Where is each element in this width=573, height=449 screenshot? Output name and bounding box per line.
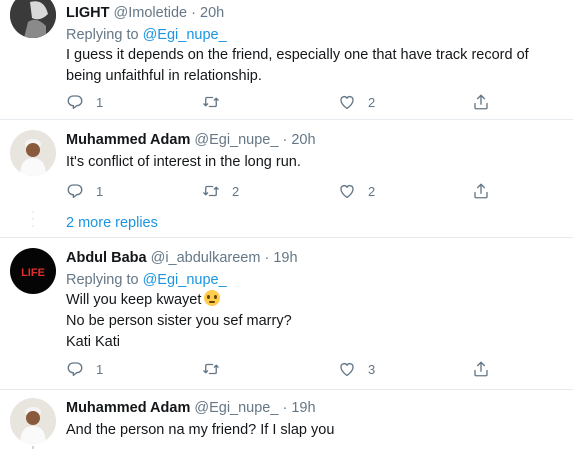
retweet-icon (203, 96, 219, 108)
heart-icon (340, 363, 354, 377)
like-count: 2 (368, 94, 376, 110)
share-icon (474, 94, 488, 110)
avatar[interactable] (10, 398, 56, 444)
tweet-text-line: It's conflict of interest in the long ru… (66, 154, 301, 170)
tweet-text-line: Kati Kati (66, 334, 120, 350)
share-icon (474, 183, 488, 199)
tweet-header: Abdul Baba @i_abdulkareem · 19h (66, 249, 565, 267)
like-button[interactable]: 2 (338, 91, 375, 113)
avatar-photo (10, 0, 56, 38)
tweet-text-line: Will you keep kwayet (66, 290, 565, 311)
reply-count: 1 (96, 361, 104, 377)
mention-link[interactable]: @Egi_nupe_ (143, 27, 227, 43)
reply-button[interactable]: 1 (66, 358, 103, 380)
share-icon (474, 361, 488, 377)
tweet[interactable]: Muhammed Adam @Egi_nupe_ · 19h And the p… (0, 390, 573, 449)
retweet-count: 2 (232, 183, 240, 199)
reply-count: 1 (96, 94, 104, 110)
timestamp[interactable]: 19h (273, 250, 297, 266)
tweet[interactable]: LIGHT @Imoletide · 20h Replying to @Egi_… (0, 0, 573, 120)
replying-prefix: Replying to (66, 272, 139, 288)
timestamp[interactable]: 19h (291, 400, 315, 416)
like-button[interactable]: 3 (338, 358, 375, 380)
share-button[interactable] (472, 180, 490, 202)
separator-dot: · (282, 132, 288, 148)
tweet-actions: 1 2 2 (66, 180, 506, 202)
avatar-photo (10, 130, 56, 176)
reply-icon (67, 184, 83, 199)
reply-icon (67, 362, 83, 377)
replying-to: Replying to @Egi_nupe_ (66, 270, 565, 290)
tweet-actions: 1 2 (66, 91, 506, 113)
retweet-button[interactable] (202, 358, 232, 380)
retweet-button[interactable] (202, 91, 232, 113)
reply-icon (67, 95, 83, 110)
tweet-actions: 1 3 (66, 358, 506, 380)
user-handle[interactable]: @i_abdulkareem (151, 250, 261, 266)
retweet-icon (203, 363, 219, 375)
tweet-text-fragment: Will you keep kwayet (66, 292, 202, 308)
tweet-header: LIGHT @Imoletide · 20h (66, 4, 565, 22)
face-with-rolling-eyes-emoji (204, 290, 221, 306)
avatar-photo: LIFE (10, 248, 56, 294)
retweet-icon (203, 185, 219, 197)
like-button[interactable]: 2 (338, 180, 375, 202)
tweet-text: I guess it depends on the friend, especi… (66, 45, 565, 87)
reply-count: 1 (96, 183, 104, 199)
tweet-text-line: I guess it depends on the friend, especi… (66, 47, 529, 63)
tweet-text-line: being unfaithful in relationship. (66, 68, 262, 84)
heart-icon (340, 96, 354, 110)
tweet-text: And the person na my friend? If I slap y… (66, 420, 565, 441)
tweet[interactable]: LIFE Abdul Baba @i_abdulkareem · 19h Rep… (0, 238, 573, 390)
heart-icon (340, 185, 354, 199)
display-name[interactable]: Muhammed Adam (66, 400, 190, 416)
reply-button[interactable]: 1 (66, 91, 103, 113)
like-count: 2 (368, 183, 376, 199)
tweet-header: Muhammed Adam @Egi_nupe_ · 19h (66, 399, 565, 417)
tweet-text-line: And the person na my friend? If I slap y… (66, 422, 335, 438)
separator-dot: · (191, 5, 196, 21)
mention-link[interactable]: @Egi_nupe_ (143, 272, 227, 288)
user-handle[interactable]: @Imoletide (114, 5, 188, 21)
user-handle[interactable]: @Egi_nupe_ (194, 400, 278, 416)
tweet-text: Will you keep kwayet No be person sister… (66, 290, 565, 353)
tweet-header: Muhammed Adam @Egi_nupe_ · 20h (66, 131, 565, 149)
tweet[interactable]: Muhammed Adam @Egi_nupe_ · 20h It's conf… (0, 120, 573, 238)
separator-dot: · (264, 250, 270, 266)
like-count: 3 (368, 361, 376, 377)
more-replies-link[interactable]: 2 more replies (66, 215, 158, 231)
share-button[interactable] (472, 358, 490, 380)
replying-prefix: Replying to (66, 27, 139, 43)
avatar[interactable] (10, 0, 56, 38)
separator-dot: · (282, 400, 288, 416)
share-button[interactable] (472, 91, 490, 113)
thread-dots: · · · (31, 204, 35, 232)
retweet-button[interactable]: 2 (202, 180, 239, 202)
avatar-photo (10, 398, 56, 444)
display-name[interactable]: Abdul Baba (66, 250, 147, 266)
reply-button[interactable]: 1 (66, 180, 103, 202)
display-name[interactable]: LIGHT (66, 5, 110, 21)
tweet-text-line: No be person sister you sef marry? (66, 313, 292, 329)
user-handle[interactable]: @Egi_nupe_ (194, 132, 278, 148)
avatar[interactable]: LIFE (10, 248, 56, 294)
display-name[interactable]: Muhammed Adam (66, 132, 190, 148)
replying-to: Replying to @Egi_nupe_ (66, 25, 565, 45)
avatar[interactable] (10, 130, 56, 176)
timestamp[interactable]: 20h (200, 5, 224, 21)
timestamp[interactable]: 20h (291, 132, 315, 148)
avatar-label: LIFE (21, 267, 45, 279)
tweet-text: It's conflict of interest in the long ru… (66, 152, 565, 173)
